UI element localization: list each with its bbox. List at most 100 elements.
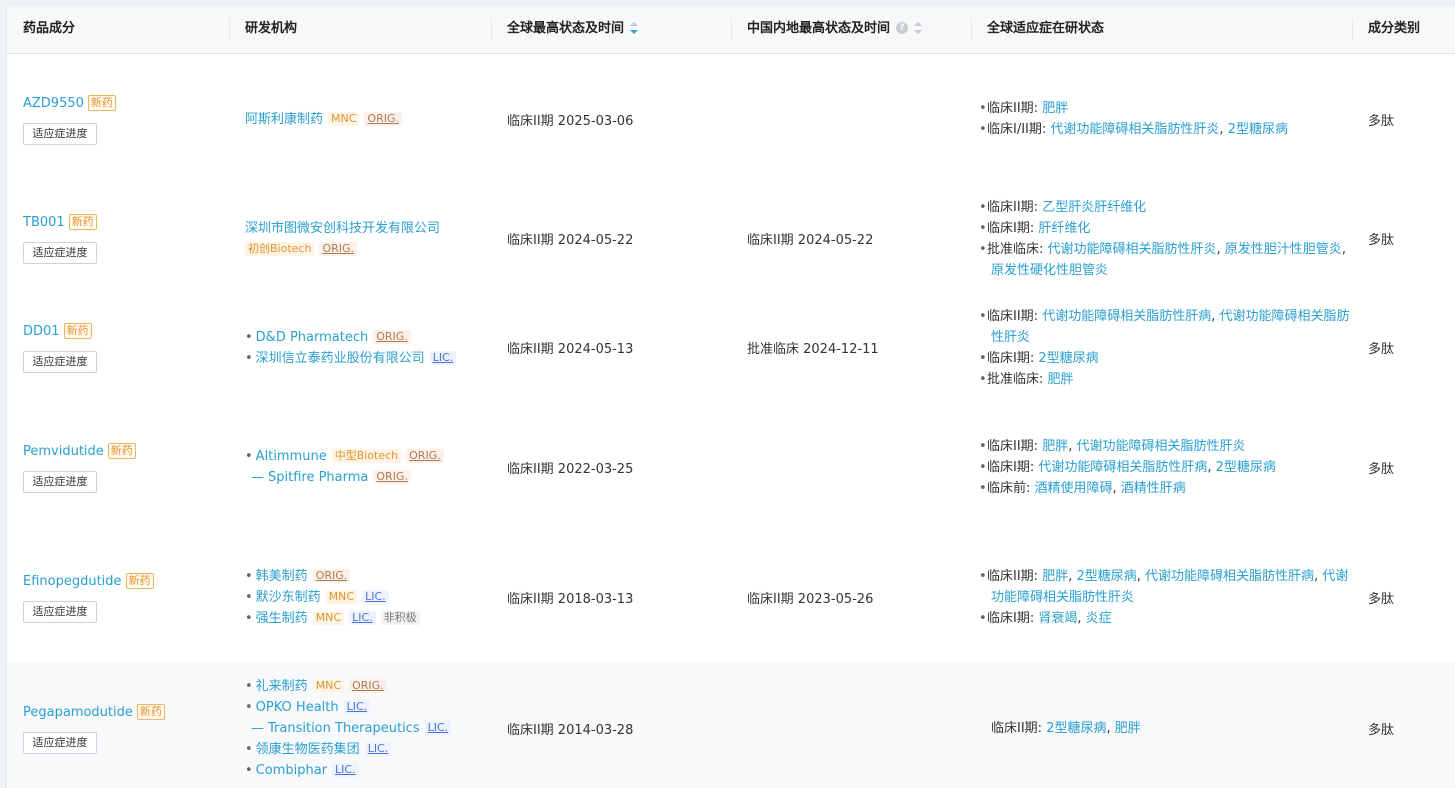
indication-link[interactable]: 代谢功能障碍相关脂肪性肝病 bbox=[1042, 309, 1211, 324]
indication-progress-button[interactable]: 适应症进度 bbox=[23, 731, 97, 754]
drug-name-link[interactable]: Pemvidutide bbox=[23, 444, 104, 459]
org-tag[interactable]: LIC. bbox=[343, 699, 371, 714]
indication-link[interactable]: 2型糖尿病 bbox=[1046, 721, 1106, 736]
drug-name-link[interactable]: Pegapamodutide bbox=[23, 705, 133, 720]
org-link[interactable]: Combiphar bbox=[256, 763, 327, 778]
indication-line: •批准临床: 肥胖 bbox=[979, 369, 1359, 390]
indication-link[interactable]: 代谢功能障碍相关脂肪性肝炎 bbox=[1050, 122, 1219, 137]
org-link[interactable]: OPKO Health bbox=[256, 700, 339, 715]
bullet: • bbox=[245, 678, 253, 694]
drug-name-line: TB001 新药 bbox=[23, 213, 228, 233]
category-cell: 多肽 bbox=[1368, 184, 1448, 293]
indication-link[interactable]: 酒精性肝病 bbox=[1121, 481, 1186, 496]
sort-icon[interactable] bbox=[630, 21, 639, 34]
indication-link[interactable]: 肥胖 bbox=[1042, 569, 1068, 584]
org-tag[interactable]: ORIG. bbox=[319, 241, 358, 256]
org-tag[interactable]: LIC. bbox=[424, 720, 452, 735]
indication-progress-button[interactable]: 适应症进度 bbox=[23, 470, 97, 493]
org-line: 阿斯利康制药 MNC ORIG. bbox=[245, 109, 490, 130]
org-link[interactable]: Altimmune bbox=[256, 449, 327, 464]
ingredient-cell: DD01 新药 适应症进度 bbox=[23, 293, 228, 402]
indication-line: •临床I期: 肝纤维化 bbox=[979, 218, 1359, 239]
bullet: • bbox=[979, 438, 987, 454]
org-line: • OPKO Health LIC. bbox=[245, 697, 490, 718]
table-row: Pegapamodutide 新药 适应症进度 • 礼来制药 MNC ORIG. • OPKO … bbox=[7, 662, 1455, 788]
indication-link[interactable]: 乙型肝炎肝纤维化 bbox=[1042, 200, 1146, 215]
help-icon[interactable]: ? bbox=[896, 21, 909, 34]
indication-line: •临床II期: 肥胖, 代谢功能障碍相关脂肪性肝炎 bbox=[979, 436, 1359, 457]
drug-name-link[interactable]: DD01 bbox=[23, 324, 60, 339]
org-link[interactable]: 深圳市图微安创科技开发有限公司 bbox=[245, 221, 440, 236]
indication-link[interactable]: 肥胖 bbox=[1115, 721, 1141, 736]
org-link[interactable]: 阿斯利康制药 bbox=[245, 112, 323, 127]
bullet: • bbox=[245, 350, 253, 366]
org-tag[interactable]: ORIG. bbox=[349, 678, 387, 693]
indication-link[interactable]: 2型糖尿病 bbox=[1076, 569, 1136, 584]
org-link[interactable]: 韩美制药 bbox=[256, 569, 308, 584]
sort-icon[interactable] bbox=[914, 21, 923, 34]
indication-link[interactable]: 代谢功能障碍相关脂肪性肝炎 bbox=[1048, 242, 1217, 257]
org-tag[interactable]: ORIG. bbox=[373, 470, 411, 484]
indication-link[interactable]: 肥胖 bbox=[1042, 439, 1068, 454]
drug-name-link[interactable]: AZD9550 bbox=[23, 96, 84, 111]
sub-org-dash: — bbox=[251, 720, 264, 736]
indication-link[interactable]: 2型糖尿病 bbox=[1216, 460, 1276, 475]
drug-name-link[interactable]: Efinopegdutide bbox=[23, 574, 122, 589]
org-cell: • 韩美制药 ORIG. • 默沙东制药 MNC LIC. • 强生制药 MNC LIC. 非积极 bbox=[245, 532, 490, 662]
indication-progress-button[interactable]: 适应症进度 bbox=[23, 122, 97, 145]
indication-link[interactable]: 2型糖尿病 bbox=[1038, 351, 1098, 366]
indication-link[interactable]: 原发性胆汁性胆管炎 bbox=[1225, 242, 1342, 257]
org-tag[interactable]: LIC. bbox=[429, 350, 457, 365]
indication-link[interactable]: 肥胖 bbox=[1048, 372, 1074, 387]
org-tag[interactable]: ORIG. bbox=[312, 568, 351, 583]
indication-link[interactable]: 代谢功能障碍相关脂肪性肝炎 bbox=[1076, 439, 1245, 454]
org-link[interactable]: 领康生物医药集团 bbox=[256, 742, 360, 757]
org-tag[interactable]: LIC. bbox=[349, 610, 376, 625]
org-tag[interactable]: LIC. bbox=[332, 762, 359, 777]
org-tag[interactable]: LIC. bbox=[362, 589, 389, 604]
indication-progress-button[interactable]: 适应症进度 bbox=[23, 242, 97, 264]
indication-link[interactable]: 代谢功能障碍相关脂肪性肝病 bbox=[1145, 569, 1314, 584]
indication-link[interactable]: 原发性硬化性胆管炎 bbox=[991, 263, 1108, 278]
global-status-text: 临床II期 2018-03-13 bbox=[507, 591, 634, 607]
global-status-cell: 临床II期 2024-05-13 bbox=[507, 293, 732, 402]
org-link[interactable]: 强生制药 bbox=[256, 611, 308, 626]
org-tag[interactable]: LIC. bbox=[364, 741, 392, 756]
global-status-text: 临床II期 2024-05-13 bbox=[507, 342, 634, 357]
org-tag[interactable]: ORIG. bbox=[364, 111, 402, 126]
category-cell: 多肽 bbox=[1368, 402, 1448, 532]
org-link[interactable]: Spitfire Pharma bbox=[268, 470, 368, 485]
indication-link[interactable]: 代谢功能障碍相关脂肪性肝病 bbox=[1038, 460, 1207, 475]
col-header-china-status[interactable]: 中国内地最高状态及时间? bbox=[731, 6, 923, 53]
indication-progress-button[interactable]: 适应症进度 bbox=[23, 351, 97, 373]
org-line: • 深圳信立泰药业股份有限公司 LIC. bbox=[245, 348, 490, 369]
drug-name-link[interactable]: TB001 bbox=[23, 215, 65, 230]
org-link[interactable]: 默沙东制药 bbox=[256, 590, 321, 605]
org-cell: 深圳市图微安创科技开发有限公司 初创Biotech ORIG. bbox=[245, 184, 490, 293]
bullet: • bbox=[979, 350, 987, 366]
org-link[interactable]: D&D Pharmatech bbox=[256, 330, 369, 345]
org-link[interactable]: 礼来制药 bbox=[256, 679, 308, 694]
table-row: TB001 新药 适应症进度 深圳市图微安创科技开发有限公司 初创Biotech ORIG… bbox=[7, 184, 1455, 294]
bullet: • bbox=[979, 459, 987, 475]
indication-link[interactable]: 酒精使用障碍 bbox=[1035, 481, 1113, 496]
bullet: • bbox=[245, 329, 253, 345]
indication-progress-button[interactable]: 适应症进度 bbox=[23, 600, 97, 623]
china-status-text: 临床II期 2024-05-22 bbox=[747, 233, 874, 248]
org-tag: 非积极 bbox=[380, 610, 420, 625]
indication-link[interactable]: 肝纤维化 bbox=[1038, 221, 1090, 236]
indication-line: •临床I期: 代谢功能障碍相关脂肪性肝病, 2型糖尿病 bbox=[979, 457, 1359, 478]
indication-line: •临床I/II期: 代谢功能障碍相关脂肪性肝炎, 2型糖尿病 bbox=[979, 119, 1359, 140]
col-header-global-status[interactable]: 全球最高状态及时间 bbox=[491, 6, 639, 53]
indication-phase: 临床II期: bbox=[991, 720, 1047, 736]
indication-phase: 临床II期: bbox=[987, 568, 1043, 584]
org-tag[interactable]: ORIG. bbox=[373, 329, 411, 344]
indication-link[interactable]: 肾衰竭 bbox=[1038, 611, 1077, 626]
indication-link[interactable]: 炎症 bbox=[1086, 611, 1112, 626]
org-link[interactable]: Transition Therapeutics bbox=[268, 721, 420, 736]
org-tag[interactable]: ORIG. bbox=[406, 449, 444, 463]
indication-link[interactable]: 肥胖 bbox=[1042, 101, 1068, 116]
indication-link[interactable]: 2型糖尿病 bbox=[1228, 122, 1288, 137]
indication-phase: 批准临床: bbox=[987, 241, 1048, 257]
org-link[interactable]: 深圳信立泰药业股份有限公司 bbox=[256, 351, 425, 366]
